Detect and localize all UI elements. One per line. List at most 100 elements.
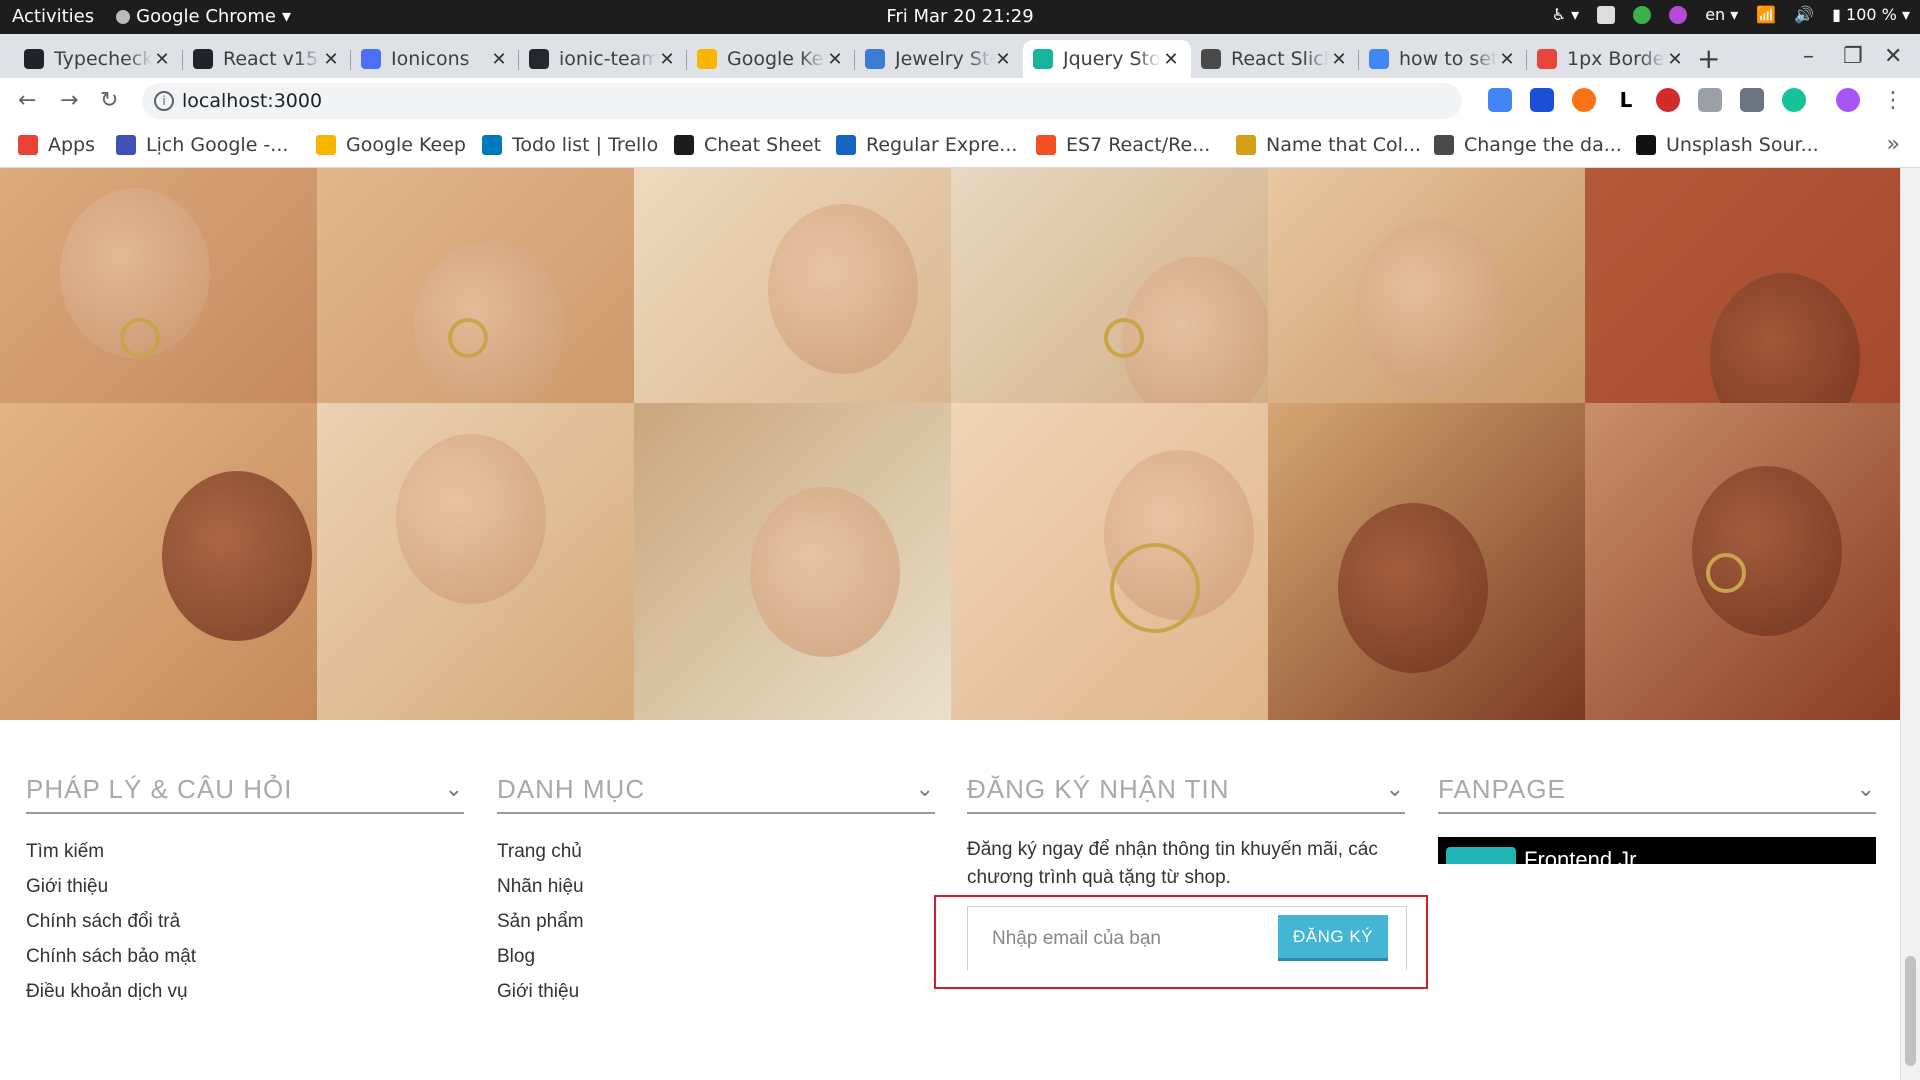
bookmark-label: Cheat Sheet (704, 134, 822, 156)
footer-link[interactable]: Tìm kiếm (26, 834, 464, 869)
bookmark-item[interactable]: Change the da... (1434, 134, 1622, 156)
tray-firefox-icon[interactable] (1669, 5, 1688, 24)
close-icon[interactable]: ✕ (657, 49, 677, 70)
gallery-photo[interactable] (317, 168, 634, 403)
close-icon[interactable]: ✕ (1497, 49, 1517, 70)
footer-legal-header[interactable]: PHÁP LÝ & CÂU HỎI ⌄ (26, 758, 464, 814)
gallery-photo[interactable] (951, 168, 1268, 403)
minimize-icon[interactable]: – (1803, 44, 1814, 69)
close-icon[interactable]: ✕ (152, 49, 172, 70)
footer-link[interactable]: Nhãn hiệu (497, 869, 935, 904)
wifi-icon[interactable]: 📶 (1756, 5, 1776, 24)
adblock-extension-icon[interactable] (1656, 88, 1680, 112)
chrome-menu-icon[interactable]: ⋮ (1882, 88, 1904, 113)
footer-link[interactable]: Giới thiệu (497, 974, 935, 1009)
subscribe-button[interactable]: ĐĂNG KÝ (1278, 915, 1388, 961)
tab-6[interactable]: Jewelry Store✕ (855, 40, 1023, 78)
screenshot-extension-icon[interactable] (1698, 88, 1722, 112)
tab-separator (350, 50, 351, 70)
bookmark-item[interactable]: Todo list | Trello (482, 134, 658, 156)
site-info-icon[interactable]: i (154, 91, 174, 111)
back-icon[interactable]: ← (18, 88, 36, 113)
forward-icon[interactable]: → (60, 88, 78, 113)
page-scrollbar[interactable] (1900, 168, 1920, 1080)
bookmark-item[interactable]: Regular Expre... (836, 134, 1017, 156)
gallery-photo[interactable] (317, 403, 634, 720)
colorpicker-extension-icon[interactable] (1740, 88, 1764, 112)
restore-icon[interactable]: ❐ (1843, 44, 1863, 69)
tab-4[interactable]: ionic-team ✕ (519, 40, 687, 78)
volume-icon[interactable]: 🔊 (1794, 5, 1814, 24)
fanpage-widget[interactable]: Frontend Jr (1438, 837, 1876, 864)
gallery-photo[interactable] (1268, 403, 1585, 720)
tab-favicon-icon (865, 49, 885, 69)
tab-title: React Slick (1231, 48, 1329, 70)
close-icon[interactable]: ✕ (1665, 49, 1685, 70)
profile-avatar[interactable] (1836, 88, 1860, 112)
gallery-photo[interactable] (1585, 403, 1900, 720)
gallery-photo[interactable] (634, 403, 951, 720)
close-icon[interactable]: ✕ (1329, 49, 1349, 70)
tray-app-icon[interactable] (1597, 5, 1616, 24)
bookmark-item[interactable]: Unsplash Sour... (1636, 134, 1819, 156)
photo-subject (162, 471, 312, 641)
bookmark-item[interactable]: Apps (18, 134, 95, 156)
close-icon[interactable]: ✕ (993, 49, 1013, 70)
address-bar[interactable]: i localhost:3000 ☆ (142, 83, 1599, 119)
tray-check-icon[interactable] (1633, 5, 1652, 24)
close-icon[interactable]: ✕ (489, 49, 509, 70)
bookmark-item[interactable]: ES7 React/Re... (1036, 134, 1210, 156)
close-icon[interactable]: ✕ (825, 49, 845, 70)
close-window-icon[interactable]: ✕ (1884, 44, 1902, 69)
tab-1[interactable]: Typecheck ✕ (14, 40, 182, 78)
footer-category-header[interactable]: DANH MỤC ⌄ (497, 758, 935, 814)
bookmark-item[interactable]: Lịch Google -... (116, 134, 288, 156)
tab-favicon-icon (24, 49, 44, 69)
footer-link[interactable]: Chính sách bảo mật (26, 939, 464, 974)
gallery-photo[interactable] (634, 168, 951, 403)
tab-8[interactable]: React Slick ✕ (1191, 40, 1359, 78)
gallery-photo[interactable] (0, 403, 317, 720)
gallery-photo[interactable] (1268, 168, 1585, 403)
bookmark-item[interactable]: Name that Col... (1236, 134, 1421, 156)
instagram-gallery (0, 168, 1900, 720)
gallery-photo[interactable] (951, 403, 1268, 720)
close-icon[interactable]: ✕ (321, 49, 341, 70)
tab-2[interactable]: React v15 ✕ (183, 40, 351, 78)
footer-legal-links: Tìm kiếm Giới thiệu Chính sách đổi trả Chín… (26, 834, 464, 1009)
battery-indicator[interactable]: ▮ 100 % ▾ (1832, 5, 1910, 24)
close-icon[interactable]: ✕ (1161, 49, 1181, 70)
translate-extension-icon[interactable] (1488, 88, 1512, 112)
footer-newsletter-header[interactable]: ĐĂNG KÝ NHẬN TIN ⌄ (967, 758, 1405, 814)
footer-link[interactable]: Chính sách đổi trả (26, 904, 464, 939)
input-language[interactable]: en ▾ (1705, 5, 1738, 24)
footer-link[interactable]: Giới thiệu (26, 869, 464, 904)
footer-link[interactable]: Điều khoản dịch vụ (26, 974, 464, 1009)
lastpass-extension-icon[interactable]: L (1614, 88, 1638, 112)
email-field[interactable] (992, 921, 1242, 957)
footer-fanpage-header[interactable]: FANPAGE ⌄ (1438, 758, 1876, 814)
bookmark-label: Unsplash Sour... (1666, 134, 1819, 156)
bookmark-item[interactable]: Google Keep (316, 134, 466, 156)
footer-link[interactable]: Sản phẩm (497, 904, 935, 939)
gallery-photo[interactable] (0, 168, 317, 403)
grammarly-extension-icon[interactable] (1782, 88, 1806, 112)
tab-7[interactable]: Jquery Store✕ (1023, 40, 1191, 78)
footer-link[interactable]: Blog (497, 939, 935, 974)
tab-3[interactable]: Ionicons ✕ (351, 40, 519, 78)
extension-icon[interactable] (1572, 88, 1596, 112)
tab-10[interactable]: 1px Border ✕ (1527, 40, 1695, 78)
bookmarks-overflow-icon[interactable]: » (1887, 132, 1900, 157)
footer-link[interactable]: Trang chủ (497, 834, 935, 869)
gallery-photo[interactable] (1585, 168, 1900, 403)
scrollbar-thumb[interactable] (1905, 956, 1916, 1066)
reload-icon[interactable]: ↻ (100, 88, 118, 113)
accessibility-icon[interactable]: ♿ ▾ (1552, 5, 1579, 24)
jsonview-extension-icon[interactable] (1530, 88, 1554, 112)
new-tab-button[interactable]: + (1697, 42, 1720, 75)
tab-5[interactable]: Google Keep✕ (687, 40, 855, 78)
tab-9[interactable]: how to set ✕ (1359, 40, 1527, 78)
bookmark-item[interactable]: Cheat Sheet (674, 134, 821, 156)
tab-title: Jewelry Store (895, 48, 993, 70)
bookmark-label: Todo list | Trello (512, 134, 659, 156)
